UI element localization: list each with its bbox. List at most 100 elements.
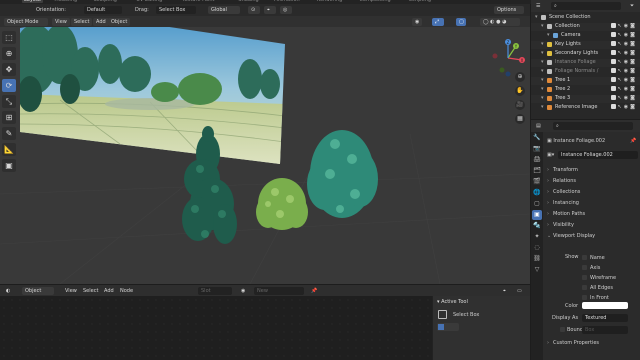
outliner-editor-icon[interactable]: ☰ — [533, 2, 543, 10]
proportional-edit-icon[interactable]: ◎ — [280, 6, 292, 14]
visibility-toggles[interactable]: ↖◉◙ — [611, 41, 637, 49]
pan-hand-icon[interactable]: ✋ — [515, 86, 525, 96]
outliner-item[interactable]: ▾ Reference Image ↖◉◙ — [531, 104, 640, 112]
expand-arrow-icon[interactable]: ▾ — [541, 68, 544, 76]
panel-instancing[interactable]: › Instancing — [547, 198, 639, 208]
expand-arrow-icon[interactable]: ▾ — [541, 41, 544, 49]
expand-arrow-icon[interactable]: ▾ — [541, 95, 544, 103]
tree-3-mesh[interactable] — [307, 130, 378, 218]
workspace-tab[interactable]: Scripting — [409, 0, 431, 3]
transform-tool-icon[interactable]: ⊞ — [2, 111, 16, 124]
shader-editor[interactable]: ◐ Object View Select Add Node Slot ◉ New… — [0, 285, 530, 360]
annotate-tool-icon[interactable]: ✎ — [2, 127, 16, 140]
node-add-menu[interactable]: Add — [101, 287, 117, 295]
panel-viewport-display[interactable]: ⌄ Viewport Display — [547, 231, 639, 241]
exclude-checkbox[interactable] — [611, 32, 616, 37]
camera-render-icon[interactable]: ◙ — [630, 77, 637, 83]
outliner[interactable]: ☰ ⌕ ⏷ ▾ Scene Collection ▾ Collection ↖◉◙ ▾ Ca… — [531, 0, 640, 119]
visibility-toggles[interactable]: ↖◉◙ — [611, 104, 637, 112]
workspace-tab[interactable]: Sculpting — [94, 0, 117, 3]
modifier-tab-icon[interactable]: 🔩 — [532, 221, 542, 231]
color-swatch[interactable] — [582, 302, 628, 309]
outliner-item[interactable]: ▾ Instance Foliage ↖◉◙ — [531, 59, 640, 67]
properties-search-field[interactable]: ⌕ — [553, 122, 633, 130]
visibility-toggles[interactable]: ↖◉◙ — [611, 68, 637, 76]
browse-material-icon[interactable]: ◉ — [238, 287, 248, 295]
expand-arrow-icon[interactable]: ▾ — [541, 77, 544, 85]
visibility-toggles[interactable]: ↖◉◙ — [611, 23, 637, 31]
custom-properties-section[interactable]: › Custom Properties — [547, 338, 639, 348]
expand-arrow-icon[interactable]: ▾ — [541, 23, 544, 31]
select-box-tool-icon[interactable] — [438, 310, 447, 319]
outliner-item[interactable]: ▾ Tree 2 ↖◉◙ — [531, 86, 640, 94]
show-checkbox[interactable] — [582, 275, 587, 280]
node-select-menu[interactable]: Select — [80, 287, 101, 295]
outliner-item[interactable]: ▾ Camera ↖◉◙ — [531, 32, 640, 40]
panel-visibility[interactable]: › Visibility — [547, 220, 639, 230]
object-tab-icon[interactable]: ▣ — [532, 210, 542, 220]
workspace-tab[interactable]: Texture Paint — [182, 0, 214, 3]
pivot-icon[interactable]: ⊙ — [248, 6, 260, 14]
object-menu[interactable]: Object — [108, 17, 131, 26]
view-layer-tab-icon[interactable]: 🗂 — [532, 166, 542, 176]
options-dropdown[interactable]: Options — [494, 6, 524, 14]
exclude-checkbox[interactable] — [611, 68, 616, 73]
display-as-dropdown[interactable]: Textured — [582, 314, 628, 322]
outliner-item[interactable]: ▾ Tree 1 ↖◉◙ — [531, 77, 640, 85]
render-tab-icon[interactable]: 📷 — [532, 144, 542, 154]
camera-render-icon[interactable]: ◙ — [630, 86, 637, 92]
camera-view-icon[interactable]: 🎥 — [515, 100, 525, 110]
workspace-tab[interactable]: UV Editing — [136, 0, 162, 3]
select-mode-buttons[interactable] — [437, 323, 459, 331]
shader-type-dropdown[interactable]: Object — [22, 286, 54, 295]
visibility-toggles[interactable]: ↖◉◙ — [611, 50, 637, 58]
panel-motion-paths[interactable]: › Motion Paths — [547, 209, 639, 219]
visibility-toggles[interactable]: ↖◉◙ — [611, 32, 637, 40]
camera-render-icon[interactable]: ◙ — [630, 41, 637, 47]
expand-arrow-icon[interactable]: ▾ — [535, 14, 538, 22]
shading-mode-switcher[interactable]: ◯ ◐ ● ◕ — [480, 17, 520, 26]
workspace-tab[interactable]: Rendering — [317, 0, 343, 3]
editor-type-icon[interactable]: ◐ — [3, 287, 15, 295]
exclude-checkbox[interactable] — [611, 104, 616, 109]
workspace-tab[interactable]: Shading — [238, 0, 258, 3]
scale-tool-icon[interactable]: ⤡ — [2, 95, 16, 108]
particles-tab-icon[interactable]: ✦ — [532, 232, 542, 242]
rotate-tool-icon[interactable]: ⟳ — [2, 79, 16, 92]
pin-properties-icon[interactable]: 📌 — [630, 138, 636, 144]
node-canvas[interactable] — [0, 296, 432, 360]
workspace-tab[interactable]: Compositing — [359, 0, 390, 3]
panel-transform[interactable]: › Transform — [547, 165, 639, 175]
new-material-button[interactable]: New — [254, 286, 304, 295]
cursor-tool-icon[interactable]: ⊕ — [2, 47, 16, 60]
xray-toggle-icon[interactable]: ▢ — [456, 17, 466, 26]
exclude-checkbox[interactable] — [611, 86, 616, 91]
workspace-tab[interactable]: Layout — [22, 0, 43, 3]
select-menu[interactable]: Select — [71, 17, 93, 26]
slot-dropdown[interactable]: Slot — [198, 286, 232, 295]
show-checkbox[interactable] — [582, 265, 587, 270]
outliner-item[interactable]: ▾ Tree 3 ↖◉◙ — [531, 95, 640, 103]
object-mode-dropdown[interactable]: Object Mode — [4, 17, 48, 26]
pin-icon[interactable]: 📌 — [308, 287, 318, 295]
filter-icon[interactable]: ⏷ — [627, 2, 637, 10]
drag-dropdown[interactable]: Select Box — [156, 6, 196, 14]
panel-relations[interactable]: › Relations — [547, 176, 639, 186]
select-box-tool-icon[interactable]: ⬚ — [2, 31, 16, 44]
camera-render-icon[interactable]: ◙ — [630, 50, 637, 56]
bounds-dropdown[interactable]: Box — [582, 326, 628, 334]
show-checkbox[interactable] — [582, 285, 587, 290]
camera-render-icon[interactable]: ◙ — [630, 95, 637, 101]
data-tab-icon[interactable]: ▽ — [532, 265, 542, 275]
measure-tool-icon[interactable]: 📐 — [2, 143, 16, 156]
exclude-checkbox[interactable] — [611, 23, 616, 28]
add-cube-tool-icon[interactable]: ▣ — [2, 159, 16, 172]
output-tab-icon[interactable]: 🖨 — [532, 155, 542, 165]
node-menu[interactable]: Node — [117, 287, 136, 295]
exclude-checkbox[interactable] — [611, 41, 616, 46]
panel-collections[interactable]: › Collections — [547, 187, 639, 197]
camera-render-icon[interactable]: ◙ — [630, 104, 637, 110]
transform-orientation-dropdown[interactable]: Global — [208, 6, 240, 14]
properties-editor[interactable]: ▤ ⌕ 🔧 📷 🖨 🗂 🎬 🌐 ▢ ▣ 🔩 ✦ ◌ ⛓ ▽ ▣ Instance… — [531, 120, 640, 360]
workspace-tab[interactable]: Modeling — [54, 0, 77, 3]
